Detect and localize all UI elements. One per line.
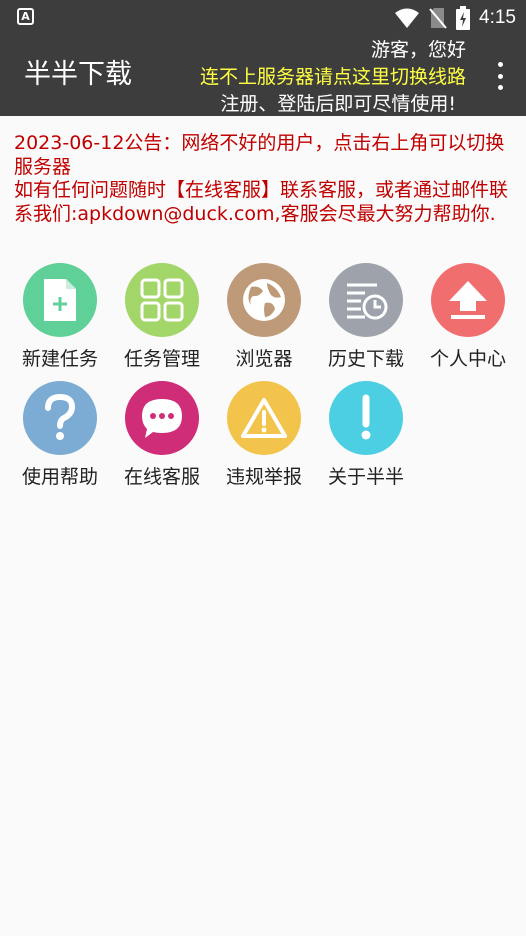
menu-label: 关于半半 [327, 466, 404, 488]
menu-label: 任务管理 [123, 348, 200, 370]
announcement-line-1: 2023-06-12公告：网络不好的用户，点击右上角可以切换服务器 [14, 132, 505, 178]
menu-label: 违规举报 [225, 466, 302, 488]
menu-item-about[interactable]: 关于半半 [316, 381, 418, 491]
register-login-tip[interactable]: 注册、登陆后即可尽情使用! [220, 92, 456, 116]
grid-icon [125, 263, 199, 337]
wifi-icon [395, 8, 420, 28]
info-exclamation-icon [329, 381, 403, 455]
menu-item-help[interactable]: 使用帮助 [10, 381, 112, 491]
question-icon [23, 381, 97, 455]
menu-label: 个人中心 [429, 348, 506, 370]
menu-item-task-manage[interactable]: 任务管理 [112, 263, 214, 373]
menu-item-history[interactable]: 历史下载 [316, 263, 418, 373]
menu-item-new-task[interactable]: 新建任务 [10, 263, 112, 373]
menu-item-report[interactable]: 违规举报 [214, 381, 316, 491]
announcement: 2023-06-12公告：网络不好的用户，点击右上角可以切换服务器 如有任何问题… [14, 132, 514, 226]
menu-item-personal[interactable]: 个人中心 [418, 263, 520, 373]
greeting-text[interactable]: 游客，您好 [371, 38, 466, 62]
upload-icon [431, 263, 505, 337]
app-notification-icon: A [17, 8, 34, 25]
announcement-line-2: 如有任何问题随时【在线客服】联系客服，或者通过邮件联系我们:apkdown@du… [14, 179, 509, 225]
new-file-icon [23, 263, 97, 337]
menu-label: 使用帮助 [21, 466, 98, 488]
menu-label: 历史下载 [327, 348, 404, 370]
status-time: 4:15 [479, 7, 516, 28]
menu-item-online-service[interactable]: 在线客服 [112, 381, 214, 491]
menu-label: 在线客服 [123, 466, 200, 488]
more-vert-icon[interactable] [494, 62, 506, 90]
warning-icon [227, 381, 301, 455]
no-sim-icon [429, 8, 447, 29]
chat-icon [125, 381, 199, 455]
battery-charging-icon [456, 6, 471, 30]
menu-label: 新建任务 [21, 348, 98, 370]
app-title: 半半下载 [24, 59, 132, 90]
history-icon [329, 263, 403, 337]
menu-item-browser[interactable]: 浏览器 [214, 263, 316, 373]
switch-server-link[interactable]: 连不上服务器请点这里切换线路 [200, 65, 466, 89]
menu-label: 浏览器 [235, 348, 293, 370]
status-bar: A 4:15 [0, 0, 526, 36]
globe-icon [227, 263, 301, 337]
app-bar: 半半下载 游客，您好 连不上服务器请点这里切换线路 注册、登陆后即可尽情使用! [0, 36, 526, 116]
status-icons: 4:15 [394, 6, 516, 30]
